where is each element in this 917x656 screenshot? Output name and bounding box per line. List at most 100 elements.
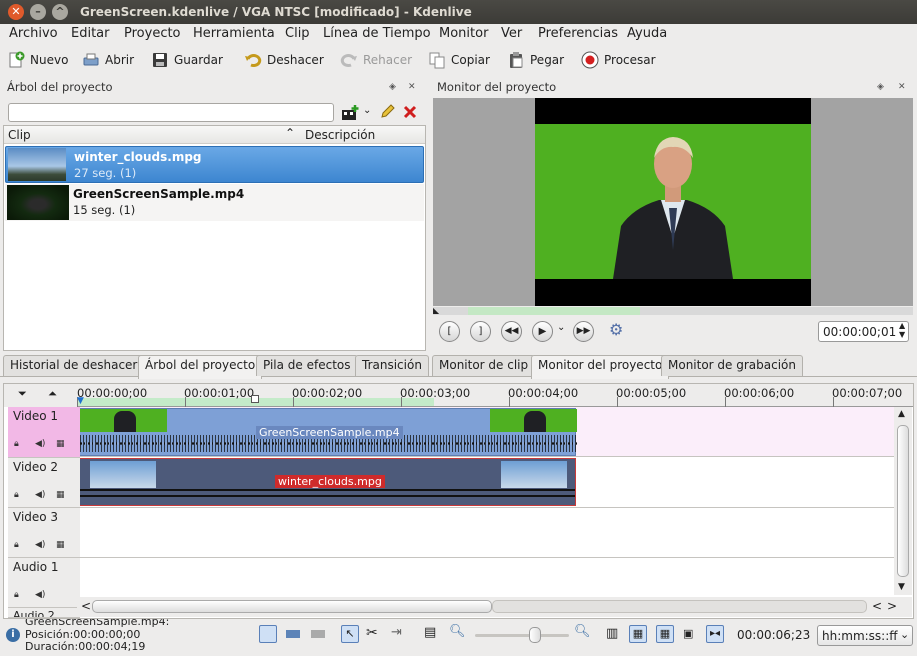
clip-row-greenscreen[interactable]: GreenScreenSample.mp4 15 seg. (1) [5,184,424,221]
scroll-down-icon[interactable]: ▼ [898,582,905,592]
clip-search-input[interactable] [8,103,334,122]
collapse-tracks-icon[interactable]: ⏷ [18,387,27,401]
menu-ver[interactable]: Ver [501,26,522,41]
menu-ayuda[interactable]: Ayuda [627,26,667,41]
scroll-up-icon[interactable]: ▲ [898,409,905,419]
close-dock-icon[interactable]: ✕ [408,82,416,92]
timeline-hscrollbar[interactable]: < < > [77,597,912,617]
render-button[interactable]: Procesar [581,49,656,71]
scroll-right-icon[interactable]: > [887,599,897,613]
track-header-audio2[interactable]: Audio 2 [8,608,80,618]
close-window-button[interactable]: ✕ [8,4,24,20]
undo-button[interactable]: Deshacer [244,49,324,71]
track-header-audio1[interactable]: Audio 1 🔒︎ ◀) [8,558,80,608]
menu-herramienta[interactable]: Herramienta [193,26,275,41]
set-zone-start-button[interactable]: [ [439,321,460,342]
playhead-icon[interactable]: ▼ [77,396,84,406]
lock-icon[interactable]: 🔒︎ [14,590,19,600]
tab-transition[interactable]: Transición [355,355,429,376]
split-view-icon[interactable]: ▸◂ [706,625,724,643]
timecode-field[interactable]: 00:00:00;01 ▲ ▼ [818,321,909,342]
menu-proyecto[interactable]: Proyecto [124,26,181,41]
spacer-tool-icon[interactable]: ⇥ [391,625,402,640]
add-clip-dropdown-icon[interactable]: ⌄ [363,105,371,116]
mute-icon[interactable]: ◀) [35,590,45,600]
lock-icon[interactable]: 🔒︎ [14,490,19,500]
timeline-ruler[interactable]: 00:00:00;00 00:00:01;00 00:00:02;00 00:0… [77,384,913,407]
vscroll-thumb[interactable] [897,425,909,577]
show-markers-icon[interactable]: ▦ [656,625,674,643]
zoom-slider-handle[interactable] [529,627,541,643]
timecode-spinner-icon[interactable]: ▲ ▼ [899,321,905,339]
select-tool-icon[interactable]: ↖ [341,625,359,643]
monitor-ruler[interactable]: ◣ [433,307,913,315]
track-header-video2[interactable]: Video 2 🔒︎ ◀) ▦ [8,458,80,508]
audio-thumbnails-icon[interactable] [286,630,300,638]
float-dock-icon[interactable]: ◈ [389,82,396,92]
timecode-format-select[interactable]: hh:mm:ss::ff ⌄ [817,625,913,646]
terminal-icon[interactable]: ▣ [683,627,693,640]
razor-tool-icon[interactable]: ✂ [366,625,378,641]
col-clip-header[interactable]: Clip [8,128,31,142]
mute-icon[interactable]: ◀) [35,439,45,449]
menu-preferencias[interactable]: Preferencias [538,26,618,41]
col-desc-header[interactable]: Descripción [305,128,375,142]
menu-editar[interactable]: Editar [71,26,110,41]
zoom-in-icon[interactable]: 🔍︎ [574,624,591,639]
mute-icon[interactable]: ◀) [35,490,45,500]
mute-icon[interactable]: ◀) [35,540,45,550]
set-zone-end-button[interactable]: ] [470,321,491,342]
tab-project-tree[interactable]: Árbol del proyecto [138,355,263,379]
playhead-marker-icon[interactable]: ◣ [433,307,439,315]
menu-clip[interactable]: Clip [285,26,310,41]
hscroll-thumb[interactable] [92,600,492,613]
monitor-screen[interactable] [433,98,913,306]
menu-linea-de-tiempo[interactable]: Línea de Tiempo [323,26,431,41]
fit-zoom-icon[interactable]: ▤ [424,625,436,640]
rewind-icon[interactable]: ◀◀ [501,321,522,342]
tab-clip-monitor[interactable]: Monitor de clip [432,355,536,376]
scroll-left-icon[interactable]: < [872,599,882,613]
new-button[interactable]: Nuevo [7,49,68,71]
markers-icon[interactable] [311,630,325,638]
paste-button[interactable]: Pegar [507,49,564,71]
track-header-video1[interactable]: Video 1 🔒︎ ◀) ▦ [8,407,80,458]
guide-marker[interactable] [251,395,259,403]
tab-project-monitor[interactable]: Monitor del proyecto [531,355,670,379]
video-thumbnails-toggle-icon[interactable] [259,625,277,643]
add-clip-icon[interactable] [341,104,361,122]
video-toggle-icon[interactable]: ▦ [56,439,65,449]
menu-monitor[interactable]: Monitor [439,26,488,41]
timeline-vscrollbar[interactable]: ▲ ▼ [894,407,912,595]
track-header-video3[interactable]: Video 3 🔒︎ ◀) ▦ [8,508,80,558]
razor-all-icon[interactable]: ▥ [606,626,618,641]
copy-button[interactable]: Copiar [428,49,490,71]
lock-icon[interactable]: 🔒︎ [14,540,19,550]
tab-undo-history[interactable]: Historial de deshacer [3,355,145,376]
edit-clip-icon[interactable] [379,104,395,120]
video-toggle-icon[interactable]: ▦ [56,540,65,550]
play-icon[interactable]: ▶ [532,321,553,342]
redo-button[interactable]: Rehacer [340,49,412,71]
monitor-settings-gear-icon[interactable]: ⚙ [609,320,623,339]
minimize-window-button[interactable]: – [30,4,46,20]
maximize-window-button[interactable]: ^ [52,4,68,20]
tab-record-monitor[interactable]: Monitor de grabación [661,355,803,376]
close-dock-icon[interactable]: ✕ [898,82,906,92]
play-dropdown-icon[interactable]: ⌄ [557,322,565,333]
scroll-left-icon[interactable]: < [81,599,91,613]
snap-icon[interactable]: ▦ [629,625,647,643]
expand-tracks-icon[interactable]: ⏶ [48,387,57,401]
open-button[interactable]: Abrir [82,49,134,71]
menu-archivo[interactable]: Archivo [9,26,58,41]
tab-effect-stack[interactable]: Pila de efectos [256,355,358,376]
video-toggle-icon[interactable]: ▦ [56,490,65,500]
delete-clip-icon[interactable] [403,105,417,119]
zoom-out-icon[interactable]: 🔍︎ [449,624,466,639]
lock-icon[interactable]: 🔒︎ [14,439,19,449]
timeline-clip-greenscreen[interactable]: GreenScreenSample.mp4 [79,408,577,456]
save-button[interactable]: Guardar [151,49,223,71]
timeline-clip-winter-clouds[interactable]: winter_clouds.mpg [79,458,576,506]
zoom-slider-track[interactable] [475,634,569,637]
clip-row-winter-clouds[interactable]: winter_clouds.mpg 27 seg. (1) [5,146,424,183]
